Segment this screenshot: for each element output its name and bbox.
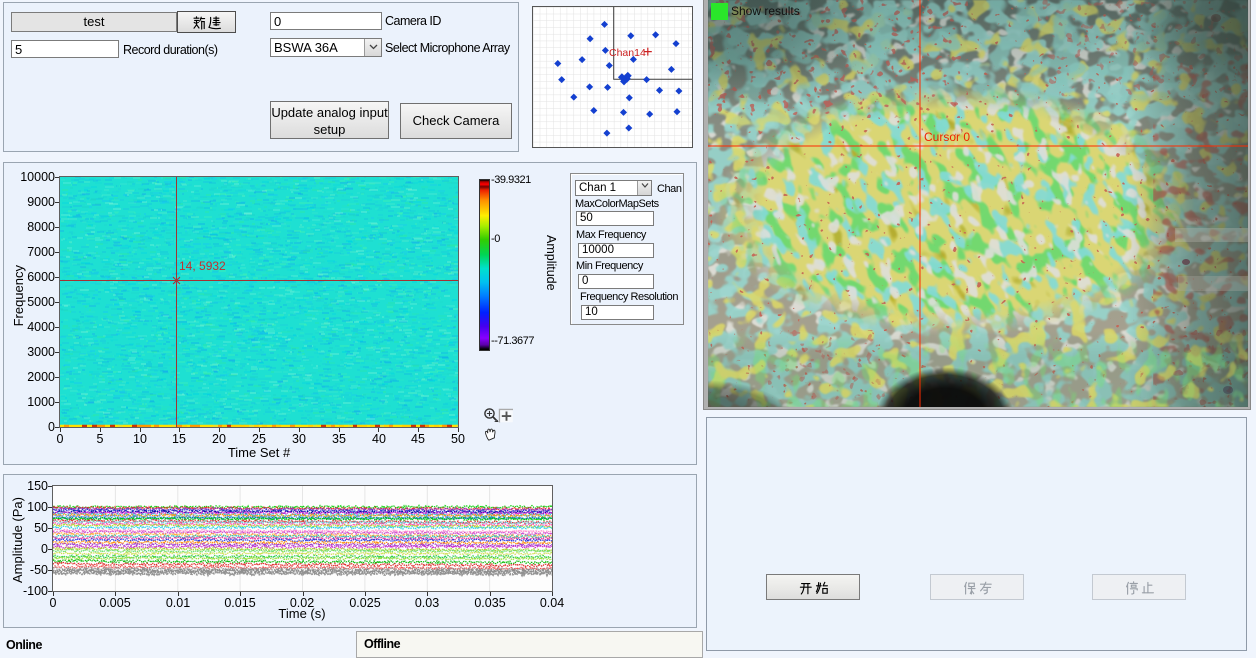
svg-text:Cursor 0: Cursor 0: [924, 130, 970, 144]
svg-text:14, 5932: 14, 5932: [179, 259, 226, 273]
svg-text:Chan14: Chan14: [609, 47, 646, 59]
svg-text:Show results: Show results: [731, 4, 800, 18]
